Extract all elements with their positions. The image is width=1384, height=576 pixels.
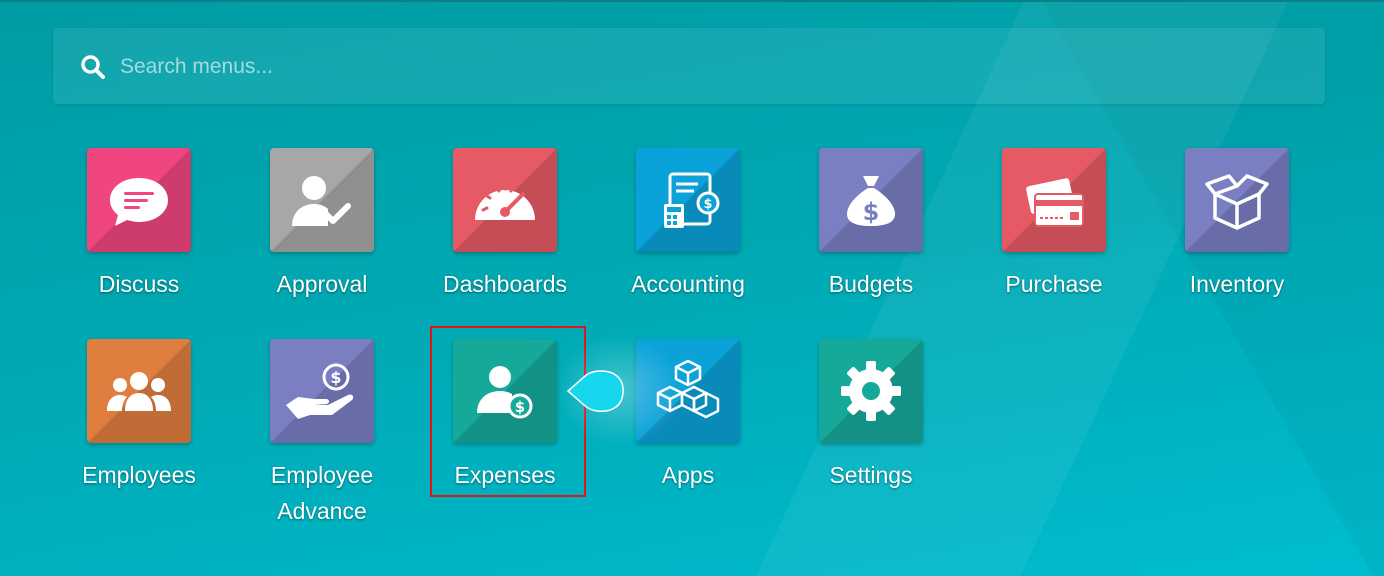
app-label: Purchase (1005, 271, 1103, 297)
open-box-icon (1205, 174, 1269, 230)
money-bag-icon: $ (847, 176, 895, 226)
svg-text:$: $ (863, 198, 880, 226)
app-label: Approval (276, 271, 368, 297)
app-approval[interactable]: Approval (247, 148, 397, 302)
app-tile-purchase[interactable] (1002, 148, 1106, 252)
app-label: Discuss (98, 271, 180, 297)
app-tile-dashboards[interactable] (453, 148, 557, 252)
app-expenses[interactable]: $ Expenses (430, 339, 580, 493)
app-budgets[interactable]: $ Budgets (796, 148, 946, 302)
app-label: Dashboards (442, 271, 568, 297)
app-tile-employee-advance[interactable]: $ (270, 339, 374, 443)
app-inventory[interactable]: Inventory (1162, 148, 1312, 302)
pointer-bubble-icon (566, 370, 624, 412)
app-tile-inventory[interactable] (1185, 148, 1289, 252)
app-label: Employees (82, 462, 196, 488)
search-icon[interactable] (80, 54, 106, 80)
app-discuss[interactable]: Discuss (64, 148, 214, 302)
app-label: Budgets (828, 271, 914, 297)
app-label: Employee Advance (270, 462, 374, 524)
app-purchase[interactable]: Purchase (979, 148, 1129, 302)
team-icon (107, 372, 171, 411)
app-label: Inventory (1189, 271, 1285, 297)
invoice-calculator-icon: $ (664, 172, 720, 228)
app-tile-expenses[interactable]: $ (453, 339, 557, 443)
app-tile-budgets[interactable]: $ (819, 148, 923, 252)
credit-cards-icon (1026, 178, 1084, 227)
app-tile-settings[interactable] (819, 339, 923, 443)
app-tile-employees[interactable] (87, 339, 191, 443)
svg-text:$: $ (703, 197, 712, 212)
app-label: Expenses (454, 462, 556, 488)
user-dollar-icon: $ (477, 366, 533, 419)
app-label: Apps (661, 462, 715, 488)
app-employee-advance[interactable]: $ Employee Advance (247, 339, 397, 529)
app-label: Settings (829, 462, 913, 488)
app-apps[interactable]: Apps (613, 339, 763, 493)
speedometer-icon (475, 182, 535, 220)
chat-bubble-icon (110, 178, 168, 226)
user-check-icon (292, 176, 351, 226)
app-dashboards[interactable]: Dashboards (430, 148, 580, 302)
app-tile-discuss[interactable] (87, 148, 191, 252)
cubes-icon (656, 359, 720, 419)
search-input[interactable] (120, 50, 1020, 84)
app-settings[interactable]: Settings (796, 339, 946, 493)
svg-text:$: $ (515, 398, 525, 416)
gear-icon (841, 361, 901, 421)
app-tile-apps[interactable] (636, 339, 740, 443)
app-label: Accounting (631, 271, 745, 297)
svg-text:$: $ (330, 368, 341, 387)
hand-coin-icon: $ (286, 363, 354, 419)
app-accounting[interactable]: $ Accounting (613, 148, 763, 302)
app-tile-accounting[interactable]: $ (636, 148, 740, 252)
app-tile-approval[interactable] (270, 148, 374, 252)
app-employees[interactable]: Employees (64, 339, 214, 493)
top-border (0, 0, 1384, 2)
